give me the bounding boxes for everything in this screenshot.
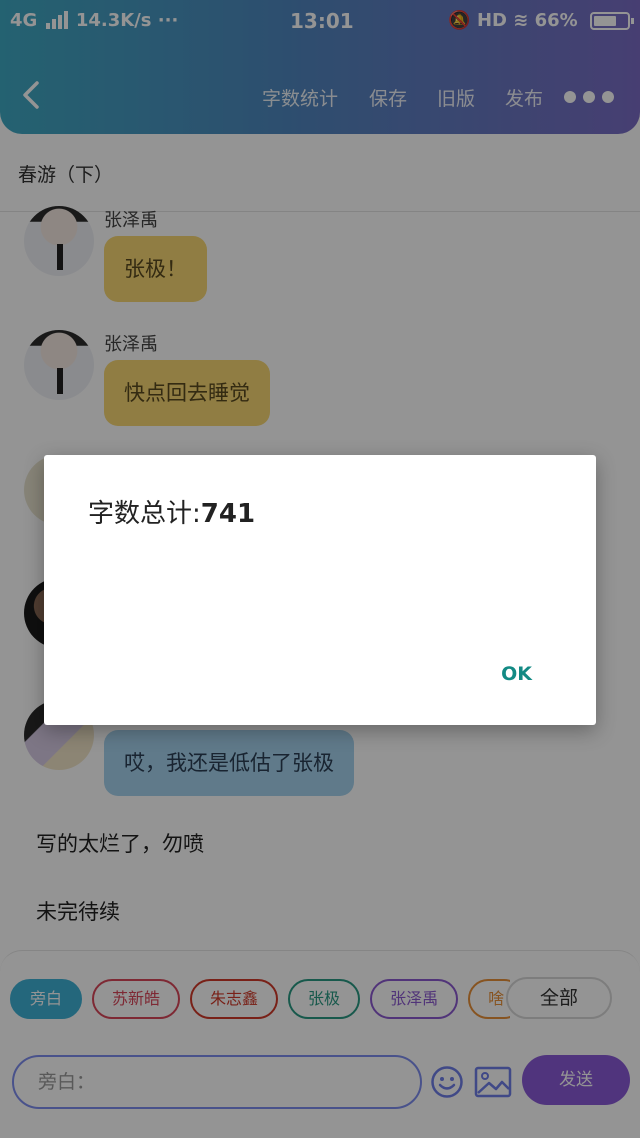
ok-button[interactable]: OK [501,663,532,685]
dialog-label: 字数总计: [88,499,201,529]
dialog-message: 字数总计:741 [88,493,255,530]
word-count-value: 741 [200,499,256,529]
word-count-dialog: 字数总计:741 OK [44,455,596,725]
